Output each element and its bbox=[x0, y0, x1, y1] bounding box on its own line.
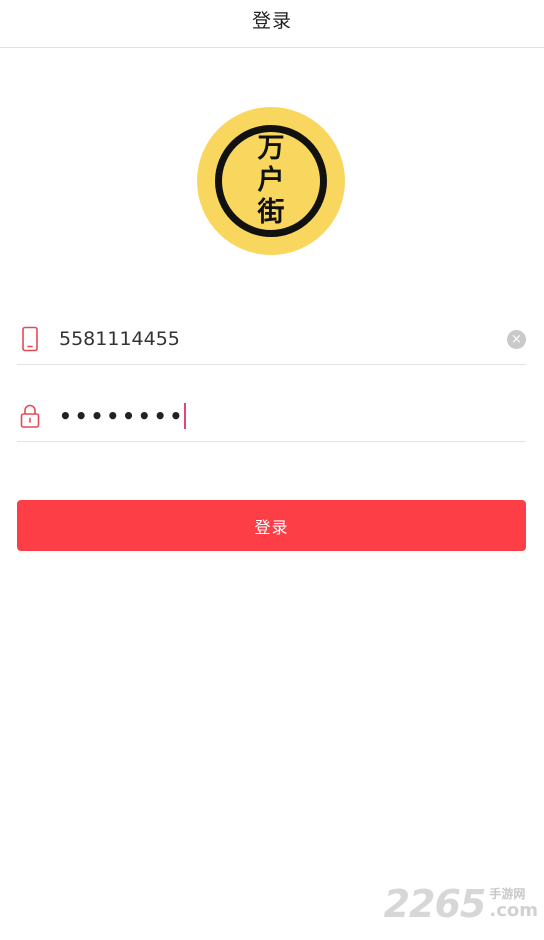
phone-icon bbox=[22, 326, 38, 352]
watermark-com: .com bbox=[489, 900, 538, 921]
app-logo: 万 户 街 bbox=[197, 107, 345, 255]
page-title: 登录 bbox=[251, 10, 292, 32]
header-bar: 登录 bbox=[0, 0, 544, 48]
logo-char-3: 街 bbox=[257, 197, 285, 228]
login-button[interactable]: 登录 bbox=[17, 500, 526, 551]
phone-input[interactable]: 5581114455 bbox=[59, 326, 180, 352]
password-input[interactable]: •••••••• bbox=[59, 402, 187, 431]
lock-icon bbox=[20, 404, 40, 428]
password-masked-value: •••••••• bbox=[59, 404, 186, 428]
password-field[interactable]: •••••••• bbox=[17, 390, 526, 442]
clear-icon[interactable]: × bbox=[507, 330, 526, 349]
watermark: 2265 手游网 .com bbox=[384, 882, 538, 926]
logo-char-2: 户 bbox=[257, 165, 285, 196]
logo-text: 万 户 街 bbox=[197, 133, 345, 229]
watermark-digits: 2265 bbox=[383, 882, 487, 926]
text-caret bbox=[184, 402, 187, 429]
watermark-right: 手游网 .com bbox=[489, 888, 538, 920]
logo-char-1: 万 bbox=[257, 133, 285, 164]
phone-field[interactable]: 5581114455 × bbox=[17, 313, 526, 365]
watermark-cn: 手游网 bbox=[489, 887, 526, 901]
